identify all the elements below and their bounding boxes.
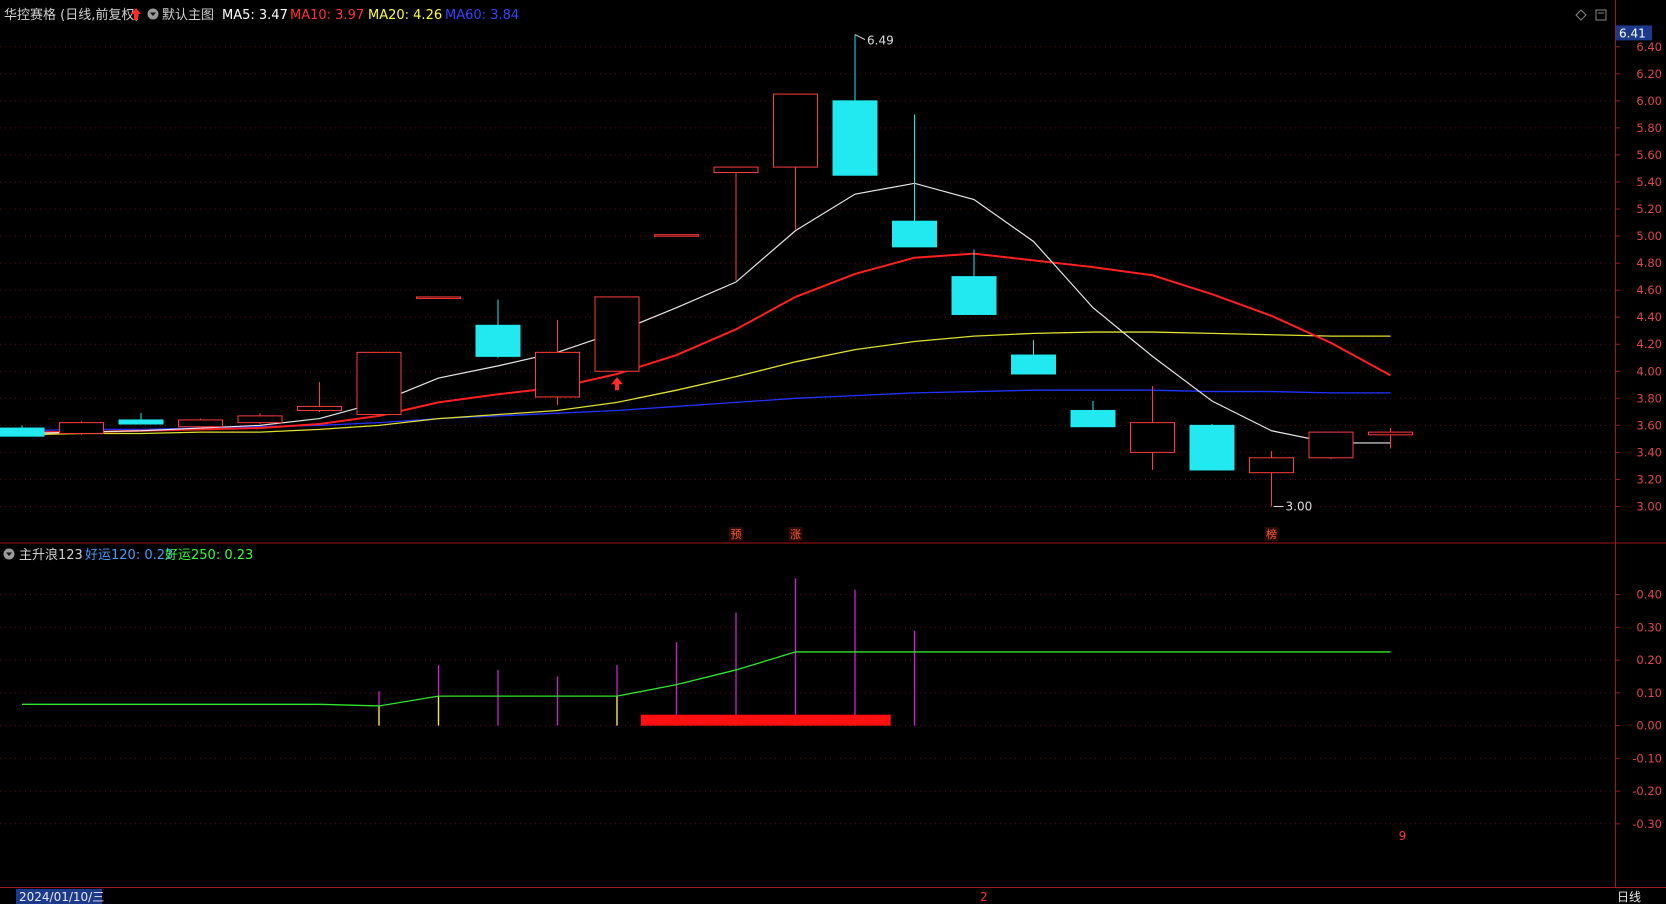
period-button[interactable]: 日线 bbox=[1617, 890, 1641, 904]
price-tick-label: 4.60 bbox=[1636, 283, 1662, 297]
event-marker[interactable]: 榜 bbox=[1266, 527, 1277, 541]
event-marker[interactable]: 预 bbox=[731, 528, 742, 541]
indicator-tick-label: 0.10 bbox=[1636, 686, 1662, 700]
ma-legend-item: MA20: 4.26 bbox=[368, 8, 442, 23]
indicator-tick-label: 0.30 bbox=[1636, 620, 1662, 634]
ma60-line bbox=[21, 389, 1391, 432]
candle-body[interactable] bbox=[1070, 409, 1116, 428]
price-tick-label: 3.20 bbox=[1636, 472, 1662, 486]
high-pointer bbox=[854, 34, 866, 41]
candle-body[interactable] bbox=[0, 427, 45, 437]
indicator-tick-label: -0.20 bbox=[1632, 784, 1662, 798]
candle-body[interactable] bbox=[416, 296, 461, 299]
candle-body[interactable] bbox=[594, 296, 640, 372]
window-icon[interactable] bbox=[1595, 9, 1607, 21]
candle-body[interactable] bbox=[1368, 431, 1413, 436]
moving-averages bbox=[21, 182, 1391, 444]
indicator-tick-label: 0.20 bbox=[1636, 653, 1662, 667]
candle-body[interactable] bbox=[475, 324, 521, 357]
main-chart-label[interactable]: 默认主图 bbox=[162, 7, 214, 23]
candle-body[interactable] bbox=[297, 405, 342, 411]
candle-body[interactable] bbox=[178, 419, 223, 428]
indicator-legend: 好运120: 0.23好运250: 0.23 bbox=[85, 548, 253, 563]
stock-chart[interactable]: 6.49 3.00 预 涨 榜 9 6.40 6.20 6.00 5.80 5.60 5.40 5.… bbox=[0, 0, 1666, 904]
price-tick-label: 5.40 bbox=[1636, 175, 1662, 189]
candle-body[interactable] bbox=[951, 276, 997, 315]
event-marker[interactable]: 涨 bbox=[790, 528, 801, 541]
price-tick-label: 3.00 bbox=[1636, 499, 1662, 513]
candle-body[interactable] bbox=[654, 234, 699, 237]
price-tick-label: 3.80 bbox=[1636, 391, 1662, 405]
candle-body[interactable] bbox=[1308, 431, 1354, 459]
candle-body[interactable] bbox=[237, 415, 283, 424]
indicator-legend-item: 好运250: 0.23 bbox=[165, 548, 253, 563]
candle-body[interactable] bbox=[1130, 422, 1175, 453]
candlesticks[interactable]: 6.49 3.00 预 涨 榜 bbox=[0, 34, 1413, 541]
indicator-axis: 0.40 0.30 0.20 0.10 0.00 -0.10 -0.20 -0.30 bbox=[1615, 588, 1662, 831]
candle-body[interactable] bbox=[356, 351, 402, 416]
ma-legend-item: MA10: 3.97 bbox=[290, 8, 364, 23]
price-tick-label: 6.20 bbox=[1636, 67, 1662, 81]
price-tick-label: 4.80 bbox=[1636, 256, 1662, 270]
indicator-grid bbox=[0, 594, 1615, 825]
candle-body[interactable] bbox=[773, 93, 818, 168]
price-tick-label: 4.20 bbox=[1636, 337, 1662, 351]
ma10-line bbox=[22, 252, 1391, 434]
indicator-tick-label: -0.10 bbox=[1632, 751, 1662, 765]
price-tick-label: 4.00 bbox=[1636, 364, 1662, 378]
indicator-tick-label: 0.40 bbox=[1636, 588, 1662, 602]
ma-legend: MA5: 3.47 MA10: 3.97 MA20: 4.26 MA60: 3.84 bbox=[222, 8, 519, 23]
stock-title[interactable]: 华控赛格 (日线,前复权) bbox=[4, 7, 139, 23]
indicator-tick-label: 0.00 bbox=[1636, 719, 1662, 733]
candle-body[interactable] bbox=[59, 422, 104, 434]
price-tick-label: 4.40 bbox=[1636, 310, 1662, 324]
ma20-line bbox=[21, 331, 1391, 436]
buy-arrow-icon bbox=[611, 377, 623, 391]
bottom-marker: 2 bbox=[980, 890, 988, 904]
candle-body[interactable] bbox=[535, 351, 580, 398]
high-label: 6.49 bbox=[867, 34, 894, 48]
price-tick-label: 5.80 bbox=[1636, 121, 1662, 135]
price-axis: 6.40 6.20 6.00 5.80 5.60 5.40 5.20 5.00 4.80 4.60… bbox=[1615, 25, 1662, 513]
low-label: 3.00 bbox=[1286, 499, 1313, 513]
candle-body[interactable] bbox=[1249, 457, 1294, 474]
price-tick-label: 5.60 bbox=[1636, 148, 1662, 162]
candle-body[interactable] bbox=[713, 166, 759, 174]
indicator-panel: 9 bbox=[22, 578, 1406, 843]
signal-band bbox=[640, 714, 891, 726]
current-date: 2024/01/10/三 bbox=[19, 890, 104, 904]
candle-body[interactable] bbox=[118, 419, 164, 425]
candle-body[interactable] bbox=[892, 220, 937, 248]
price-tick-label: 6.40 bbox=[1636, 40, 1662, 54]
price-tick-label: 6.00 bbox=[1636, 94, 1662, 108]
indicator-name[interactable]: 主升浪123 bbox=[19, 548, 83, 563]
candle-body[interactable] bbox=[1189, 424, 1235, 471]
price-tick-label: 5.00 bbox=[1636, 229, 1662, 243]
candle-body[interactable] bbox=[832, 100, 878, 176]
indicator-legend-item: 好运120: 0.23 bbox=[85, 548, 173, 563]
ma-legend-item: MA60: 3.84 bbox=[445, 8, 519, 23]
indicator-marker: 9 bbox=[1399, 829, 1407, 843]
price-tick-label: 3.40 bbox=[1636, 445, 1662, 459]
ma-legend-item: MA5: 3.47 bbox=[222, 8, 288, 23]
indicator-tick-label: -0.30 bbox=[1632, 817, 1662, 831]
candle-body[interactable] bbox=[1011, 354, 1056, 375]
diamond-icon[interactable] bbox=[1575, 9, 1587, 21]
current-price-label: 6.41 bbox=[1619, 26, 1646, 40]
price-tick-label: 5.20 bbox=[1636, 202, 1662, 216]
price-tick-label: 3.60 bbox=[1636, 418, 1662, 432]
